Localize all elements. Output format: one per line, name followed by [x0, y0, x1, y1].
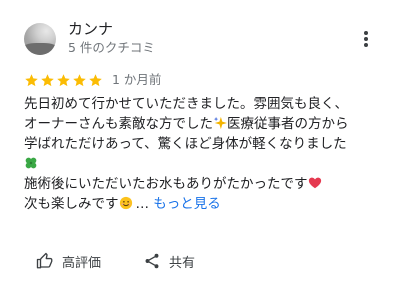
share-button[interactable]: 共有 [143, 252, 195, 271]
share-label: 共有 [169, 255, 196, 271]
reviewer-name[interactable]: カンナ [68, 19, 113, 39]
ellipsis: … [135, 196, 150, 212]
review-line: 学ばれただけあって、驚くほど身体が軽くなりました [24, 136, 347, 152]
four-leaf-clover-emoji-icon [25, 157, 37, 169]
review-time: 1 か月前 [112, 72, 162, 87]
like-button[interactable]: 高評価 [36, 252, 101, 271]
review-text: 先日初めて行かせていただきました。雰囲気も良く、 オーナーさんも素敵な方でした医… [24, 94, 384, 214]
review-line: 先日初めて行かせていただきました。雰囲気も良く、 [24, 96, 348, 112]
like-label: 高評価 [62, 255, 102, 271]
heart-emoji-icon [308, 177, 321, 189]
reviewer-review-count: 5 件のクチコミ [68, 40, 155, 55]
star-rating [24, 73, 104, 88]
review-line: オーナーさんも素敵な方でした 医療従事者の方から [24, 116, 349, 132]
review-line: 施術後にいただいたお水もありがたかったです [24, 174, 384, 194]
star-icon [25, 73, 38, 86]
star-icon [41, 73, 54, 86]
review-actions: 高評価 共有 [36, 250, 195, 272]
review-line: 次も楽しみです… もっと見る [24, 196, 221, 212]
star-icon [57, 73, 70, 86]
star-icon [73, 73, 86, 86]
sparkles-emoji-icon [213, 116, 227, 130]
review-line [24, 154, 384, 174]
read-more-link[interactable]: もっと見る [153, 196, 221, 212]
star-icon [89, 73, 102, 86]
thumbs-up-icon [36, 252, 53, 269]
rating-row: 1 か月前 [24, 72, 161, 88]
more-options-icon[interactable] [360, 30, 372, 48]
share-icon [145, 253, 159, 269]
smiling-face-emoji-icon [119, 196, 132, 210]
reviewer-avatar[interactable] [24, 23, 56, 55]
